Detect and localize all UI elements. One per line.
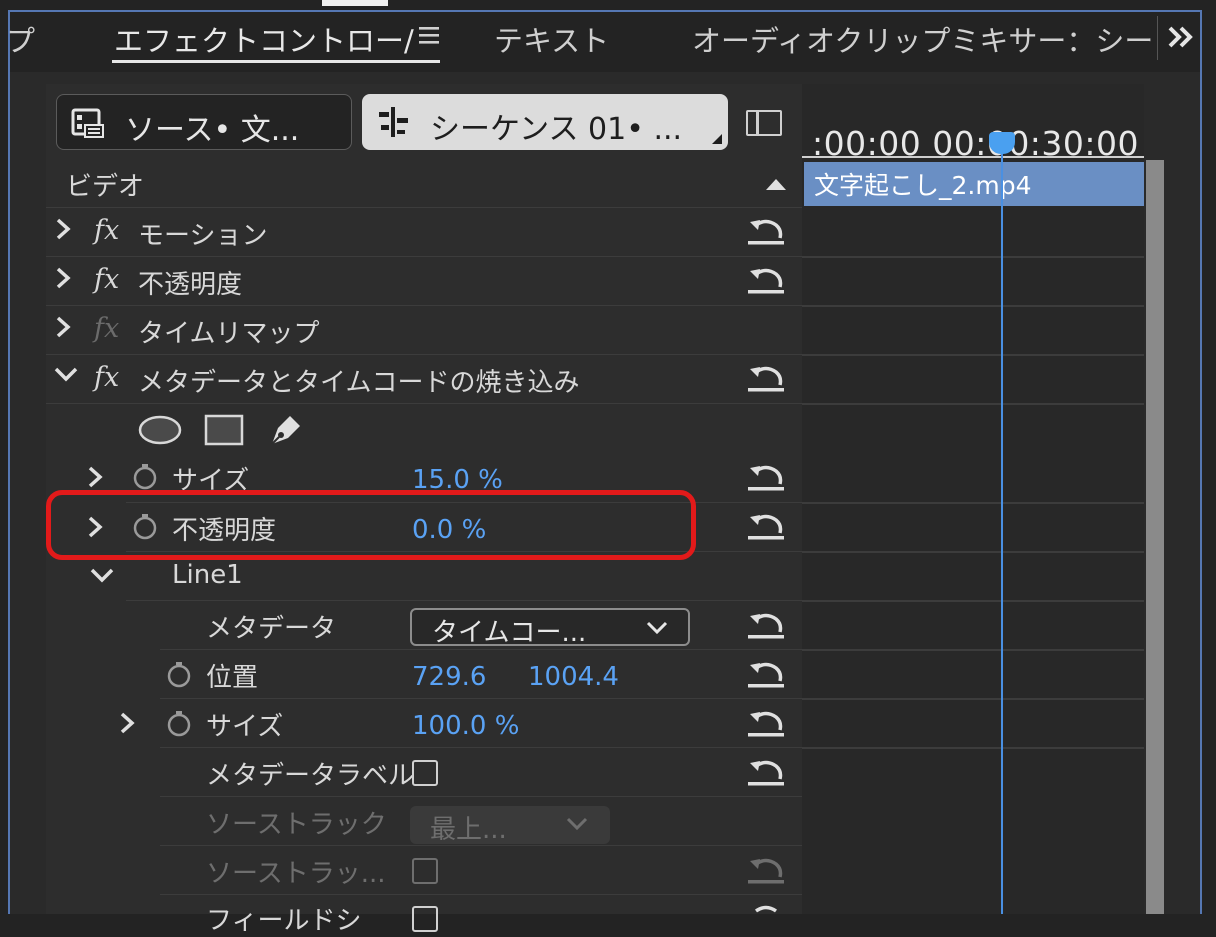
playhead-line[interactable] — [1001, 148, 1003, 914]
toggle-timeline-view-icon[interactable] — [746, 110, 782, 136]
effect-timeline-area[interactable] — [802, 84, 1144, 914]
tab-separator — [1157, 16, 1158, 60]
active-tab-indicator — [112, 60, 440, 63]
chevron-right-icon[interactable] — [54, 312, 74, 349]
fx-icon[interactable]: fx — [94, 264, 119, 295]
sequence-clip-button[interactable]: シーケンス 01• ... — [362, 94, 728, 150]
dropdown-corner-icon — [712, 134, 722, 144]
source-clip-button[interactable]: ソース• 文... — [56, 94, 352, 150]
timeline-row-divider — [802, 698, 1144, 700]
position-x-value[interactable]: 729.6 — [412, 662, 486, 692]
chevron-down-icon[interactable] — [52, 363, 80, 394]
timeline-row-divider — [802, 502, 1144, 504]
sequence-icon — [376, 106, 410, 138]
metadata-label-checkbox[interactable] — [412, 760, 438, 786]
effect-name: メタデータとタイムコードの焼き込み — [138, 368, 580, 398]
stopwatch-icon[interactable] — [166, 660, 192, 688]
timeline-row-divider — [802, 747, 1144, 749]
reset-icon[interactable] — [746, 610, 786, 640]
ellipse-mask-icon[interactable] — [138, 414, 182, 450]
effect-row-opacity[interactable]: fx 不透明度 — [46, 257, 802, 306]
video-section-header: ビデオ — [46, 158, 802, 208]
ruler-baseline — [802, 156, 1144, 158]
playhead-handle[interactable] — [989, 132, 1015, 154]
tab-effect-controls[interactable]: エフェクトコントロー/ — [114, 18, 414, 60]
reset-icon[interactable] — [746, 216, 786, 246]
dropdown-value: 最上... — [430, 815, 507, 845]
stopwatch-icon[interactable] — [132, 462, 158, 490]
timeline-row-divider — [802, 551, 1144, 553]
source-clip-label: ソース• 文... — [125, 113, 300, 148]
stopwatch-icon[interactable] — [166, 709, 192, 737]
prop-label: サイズ — [206, 712, 284, 742]
hamburger-menu-icon[interactable] — [418, 24, 440, 46]
double-chevron-right-icon[interactable] — [1166, 24, 1196, 50]
timeline-row-divider — [802, 600, 1144, 602]
effect-row-burn-in[interactable]: fx メタデータとタイムコードの焼き込み — [46, 355, 802, 404]
panel-focus-border-top — [8, 10, 1202, 12]
reset-icon[interactable] — [746, 363, 786, 393]
chevron-right-icon[interactable] — [118, 708, 138, 742]
effect-name: モーション — [138, 221, 268, 251]
prop-label: フィールドシ — [206, 906, 362, 936]
prop-label: メタデータラベル — [206, 761, 415, 791]
reset-icon[interactable] — [746, 659, 786, 689]
rectangle-mask-icon[interactable] — [204, 414, 244, 450]
prop-label-disabled: ソーストラック — [206, 810, 387, 840]
timeline-row-divider — [802, 403, 1144, 405]
field-checkbox[interactable] — [412, 906, 438, 932]
position-y-value[interactable]: 1004.4 — [528, 662, 619, 692]
timeline-row-divider — [802, 354, 1144, 356]
group-label: Line1 — [172, 560, 243, 590]
reset-icon[interactable] — [746, 902, 786, 914]
film-clip-icon — [71, 107, 105, 139]
chevron-down-icon[interactable] — [88, 564, 116, 592]
chevron-right-icon[interactable] — [54, 214, 74, 251]
reset-icon-disabled — [748, 858, 784, 884]
collapse-up-icon[interactable] — [764, 176, 788, 195]
tab-partial[interactable]: プ — [6, 18, 35, 60]
pen-mask-icon[interactable] — [266, 410, 306, 454]
reset-icon[interactable] — [746, 265, 786, 295]
source-track-checkbox — [412, 858, 438, 884]
reset-icon[interactable] — [746, 462, 786, 492]
chevron-down-icon — [644, 616, 670, 646]
timeline-row-divider — [802, 256, 1144, 258]
chevron-down-icon — [564, 812, 590, 842]
panel-focus-border-right — [1200, 10, 1202, 914]
effect-name: 不透明度 — [138, 270, 243, 300]
fx-icon-disabled: fx — [94, 313, 120, 344]
timeline-row-divider — [802, 649, 1144, 651]
effect-row-time-remap[interactable]: fx タイムリマップ — [46, 306, 802, 355]
effect-row-motion[interactable]: fx モーション — [46, 208, 802, 257]
clip-name: 文字起こし_2.mp4 — [814, 171, 1032, 200]
metadata-dropdown[interactable]: タイムコー... — [410, 608, 690, 648]
line-size-value[interactable]: 100.0 % — [412, 711, 519, 741]
dropdown-value: タイムコー... — [432, 618, 587, 648]
fx-icon[interactable]: fx — [94, 362, 119, 393]
reset-icon[interactable] — [746, 511, 786, 541]
mask-tools-row — [46, 404, 802, 454]
effect-name: タイムリマップ — [138, 319, 320, 349]
highlight-annotation — [46, 490, 696, 560]
chevron-right-icon[interactable] — [54, 263, 74, 300]
window-notch — [322, 0, 388, 6]
reset-icon[interactable] — [746, 708, 786, 738]
prop-label-disabled: ソーストラッ... — [206, 859, 386, 889]
tab-text[interactable]: テキスト — [494, 18, 609, 60]
fx-icon[interactable]: fx — [94, 215, 119, 246]
video-section-label: ビデオ — [66, 172, 145, 202]
tab-audio-clip-mixer[interactable]: オーディオクリップミキサー：シーク — [692, 18, 1152, 60]
timeline-row-divider — [802, 305, 1144, 307]
sequence-clip-label: シーケンス 01• ... — [430, 112, 683, 147]
reset-icon[interactable] — [746, 757, 786, 787]
vertical-scrollbar[interactable] — [1146, 160, 1164, 914]
source-track-dropdown: 最上... — [410, 806, 610, 845]
prop-label: 位置 — [206, 663, 259, 693]
prop-label: メタデータ — [206, 614, 337, 644]
